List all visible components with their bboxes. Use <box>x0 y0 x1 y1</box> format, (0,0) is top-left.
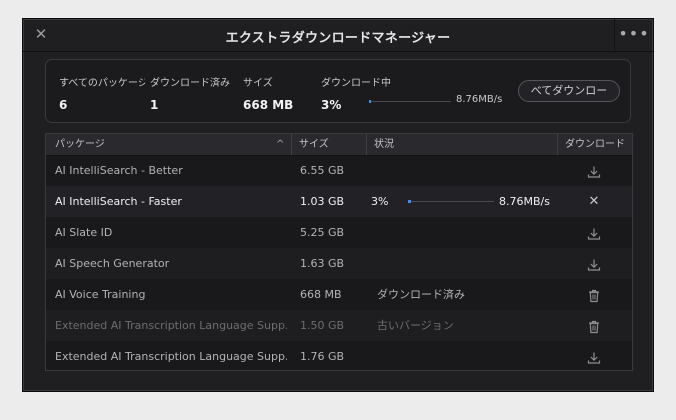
all-packages-value: 6 <box>59 98 68 112</box>
package-name: AI Voice Training <box>55 288 146 301</box>
download-icon[interactable] <box>583 248 605 279</box>
cancel-icon[interactable]: ✕ <box>583 186 605 217</box>
downloading-label: ダウンロード中 <box>321 78 391 89</box>
column-header-status[interactable]: 状況 <box>366 134 554 155</box>
package-name: AI IntelliSearch - Faster <box>55 195 182 208</box>
table-row[interactable]: AI Voice Training 668 MB ダウンロード済み <box>46 279 632 310</box>
column-header-size[interactable]: サイズ <box>291 134 365 155</box>
package-name: AI Speech Generator <box>55 257 170 270</box>
size-value: 668 MB <box>243 98 294 112</box>
packages-table: パッケージ ^ サイズ 状況 ダウンロード AI IntelliSearch -… <box>45 133 633 371</box>
size-stat: サイズ 668 MB <box>243 74 293 112</box>
size-label: サイズ <box>243 78 273 89</box>
downloaded-label: ダウンロード済み <box>150 78 230 89</box>
package-size: 1.03 GB <box>300 195 345 208</box>
download-icon[interactable] <box>583 341 605 370</box>
downloading-stat: ダウンロード中 3% <box>321 74 391 112</box>
table-row[interactable]: AI IntelliSearch - Better 6.55 GB <box>46 155 632 186</box>
title-bar: ✕ エクストラダウンロードマネージャー ••• <box>23 19 653 52</box>
download-icon[interactable] <box>583 155 605 186</box>
column-header-package[interactable]: パッケージ <box>55 134 285 155</box>
package-size: 1.76 GB <box>300 350 345 363</box>
download-all-button[interactable]: べてダウンロー <box>518 80 620 102</box>
window-title: エクストラダウンロードマネージャー <box>225 31 451 46</box>
package-size: 668 MB <box>300 288 342 301</box>
all-packages-stat: すべてのパッケージ 6 <box>59 74 145 112</box>
overall-progress-fill <box>369 100 372 103</box>
column-header-download[interactable]: ダウンロード <box>557 134 631 155</box>
download-manager-window: ✕ エクストラダウンロードマネージャー ••• すべてのパッケージ 6 ダウンロ… <box>22 18 654 392</box>
table-row[interactable]: AI Slate ID 5.25 GB <box>46 217 632 248</box>
package-status: ダウンロード済み <box>377 288 465 301</box>
downloaded-value: 1 <box>150 98 159 112</box>
package-size: 6.55 GB <box>300 164 345 177</box>
trash-icon[interactable] <box>583 279 605 310</box>
downloaded-stat: ダウンロード済み 1 <box>150 74 230 112</box>
table-row[interactable]: AI IntelliSearch - Faster 1.03 GB 3% 8.76MB… <box>46 186 632 217</box>
summary-panel: すべてのパッケージ 6 ダウンロード済み 1 サイズ 668 MB ダウンロード… <box>45 59 631 123</box>
overall-speed: 8.76MB/s <box>456 94 503 105</box>
package-name: Extended AI Transcription Language Supp.… <box>55 350 287 363</box>
package-progress-bar <box>408 200 494 203</box>
table-header: パッケージ ^ サイズ 状況 ダウンロード <box>46 134 632 156</box>
package-size: 1.50 GB <box>300 319 345 332</box>
more-options-icon[interactable]: ••• <box>614 19 653 51</box>
table-row[interactable]: AI Speech Generator 1.63 GB <box>46 248 632 279</box>
table-row[interactable]: Extended AI Transcription Language Supp.… <box>46 341 632 370</box>
overall-progress-bar <box>369 100 451 103</box>
package-size: 1.63 GB <box>300 257 345 270</box>
package-speed: 8.76MB/s <box>499 195 550 208</box>
package-name: AI IntelliSearch - Better <box>55 164 183 177</box>
package-size: 5.25 GB <box>300 226 345 239</box>
package-name: Extended AI Transcription Language Supp.… <box>55 319 287 332</box>
trash-icon[interactable] <box>583 310 605 341</box>
download-icon[interactable] <box>583 217 605 248</box>
package-status: 古いバージョン <box>377 319 454 332</box>
table-row[interactable]: Extended AI Transcription Language Supp.… <box>46 310 632 341</box>
package-name: AI Slate ID <box>55 226 113 239</box>
all-packages-label: すべてのパッケージ <box>59 78 145 89</box>
sort-ascending-icon[interactable]: ^ <box>276 134 284 155</box>
package-progress-fill <box>408 200 411 203</box>
